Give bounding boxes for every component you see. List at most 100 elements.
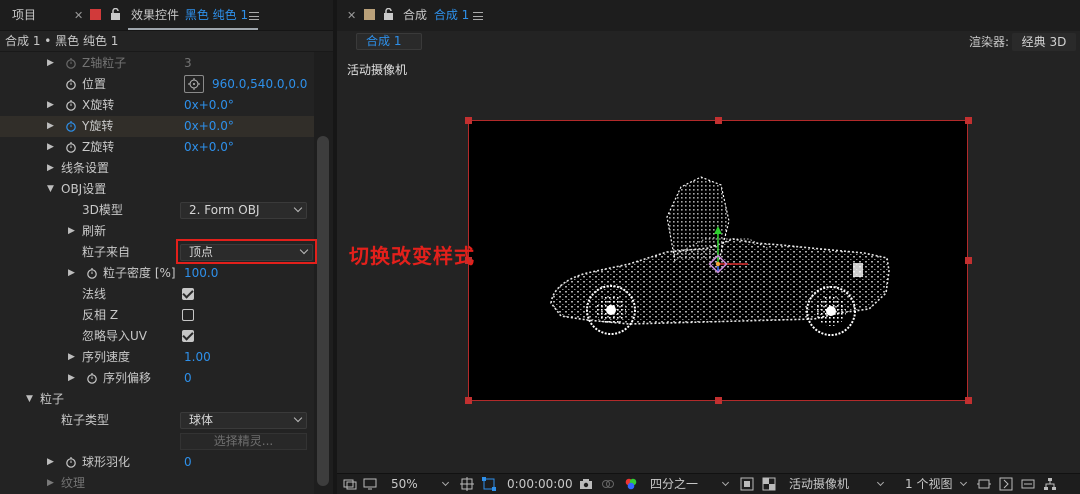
stopwatch-icon[interactable] bbox=[65, 120, 77, 132]
property-row[interactable]: 3D模型 2. Form OBJ bbox=[0, 200, 314, 221]
camera-snapshot-icon[interactable] bbox=[579, 477, 593, 491]
property-row[interactable]: 法线 bbox=[0, 284, 314, 305]
property-row[interactable]: ▶ 序列偏移 0 bbox=[0, 368, 314, 389]
expand-icon[interactable]: ▶ bbox=[68, 263, 75, 284]
property-group-row[interactable]: ▼ 粒子 bbox=[0, 389, 314, 410]
collapse-icon[interactable]: ▼ bbox=[47, 179, 54, 200]
timecode[interactable]: 0:00:00:00 bbox=[507, 474, 573, 494]
property-row[interactable]: ▶ X旋转 0x+0.0° bbox=[0, 95, 314, 116]
property-label: OBJ设置 bbox=[61, 182, 107, 196]
camera-view-dropdown[interactable]: 活动摄像机 bbox=[789, 474, 849, 494]
property-value[interactable]: 0x+0.0° bbox=[184, 137, 234, 158]
property-value[interactable]: 0 bbox=[184, 368, 192, 389]
choose-sprite-button[interactable]: 选择精灵... bbox=[180, 433, 307, 450]
frame-handle-bottom-left[interactable] bbox=[465, 397, 472, 404]
property-row[interactable]: ▶ 序列速度 1.00 bbox=[0, 347, 314, 368]
renderer-button[interactable]: 经典 3D bbox=[1012, 33, 1076, 51]
expand-icon[interactable]: ▶ bbox=[68, 347, 75, 368]
label-color-swatch[interactable] bbox=[90, 9, 101, 20]
frame-handle-right[interactable] bbox=[965, 257, 972, 264]
property-value[interactable]: 0x+0.0° bbox=[184, 116, 234, 137]
color-channels-icon[interactable] bbox=[624, 477, 638, 491]
expand-icon[interactable]: ▶ bbox=[47, 116, 54, 137]
frame-handle-top[interactable] bbox=[715, 117, 722, 124]
frame-handle-top-left[interactable] bbox=[465, 117, 472, 124]
tab-effect-controls[interactable]: 效果控件 黑色 纯色 1 bbox=[131, 0, 248, 31]
expand-icon[interactable]: ▶ bbox=[47, 53, 54, 74]
property-value[interactable]: 100.0 bbox=[184, 263, 218, 284]
normals-checkbox[interactable] bbox=[182, 288, 194, 300]
expand-icon[interactable]: ▶ bbox=[47, 158, 54, 179]
close-icon[interactable]: ✕ bbox=[347, 9, 356, 22]
close-icon[interactable]: ✕ bbox=[74, 9, 83, 22]
transparency-grid-icon[interactable] bbox=[762, 477, 776, 491]
frame-handle-bottom[interactable] bbox=[715, 397, 722, 404]
property-group-row[interactable]: ▶ 线条设置 bbox=[0, 158, 314, 179]
expand-icon[interactable]: ▶ bbox=[47, 95, 54, 116]
tab-effect-controls-layer: 黑色 纯色 1 bbox=[184, 8, 249, 22]
active-camera-label: 活动摄像机 bbox=[347, 63, 408, 77]
expand-icon[interactable]: ▶ bbox=[47, 452, 54, 473]
flowchart-icon[interactable] bbox=[1043, 477, 1057, 491]
invert-z-checkbox[interactable] bbox=[182, 309, 194, 321]
property-row[interactable]: 反相 Z bbox=[0, 305, 314, 326]
tab-composition[interactable]: 合成 合成 1 bbox=[403, 0, 469, 31]
property-group-row[interactable]: ▶ 纹理 bbox=[0, 473, 314, 494]
property-row[interactable]: 粒子类型 球体 bbox=[0, 410, 314, 431]
stopwatch-icon[interactable] bbox=[65, 456, 77, 468]
property-row[interactable]: ▶ Z旋转 0x+0.0° bbox=[0, 137, 314, 158]
panel-menu-icon[interactable] bbox=[249, 12, 259, 20]
tab-project[interactable]: 项目 bbox=[12, 0, 36, 31]
property-row: 选择精灵... bbox=[0, 431, 314, 452]
fit-icon[interactable] bbox=[460, 477, 474, 491]
property-row[interactable]: 忽略导入UV bbox=[0, 326, 314, 347]
property-row-selected[interactable]: ▶ Y旋转 0x+0.0° bbox=[0, 116, 314, 137]
scrollbar-thumb[interactable] bbox=[317, 136, 329, 486]
label-color-swatch[interactable] bbox=[364, 9, 375, 20]
resolution-dropdown[interactable]: 四分之一 bbox=[650, 474, 698, 494]
preview-options-icon[interactable] bbox=[343, 477, 357, 491]
position-target-icon[interactable] bbox=[184, 75, 204, 93]
stopwatch-icon[interactable] bbox=[86, 372, 98, 384]
property-group-row[interactable]: ▼ OBJ设置 bbox=[0, 179, 314, 200]
stopwatch-icon[interactable] bbox=[86, 267, 98, 279]
composition-frame[interactable] bbox=[468, 120, 968, 401]
stopwatch-icon[interactable] bbox=[65, 141, 77, 153]
mask-visibility-icon[interactable] bbox=[482, 477, 496, 491]
stopwatch-icon[interactable] bbox=[65, 57, 77, 69]
property-row[interactable]: ▶ Z轴粒子 3 bbox=[0, 53, 314, 74]
expand-icon[interactable]: ▶ bbox=[68, 368, 75, 389]
particle-type-dropdown[interactable]: 球体 bbox=[180, 412, 307, 429]
timeline-icon[interactable] bbox=[1021, 477, 1035, 491]
frame-handle-bottom-right[interactable] bbox=[965, 397, 972, 404]
model-dropdown[interactable]: 2. Form OBJ bbox=[180, 202, 307, 219]
property-value[interactable]: 0x+0.0° bbox=[184, 95, 234, 116]
property-value[interactable]: 960.0,540.0,0.0 bbox=[212, 74, 307, 95]
property-row[interactable]: ▶ 粒子密度 [%] 100.0 bbox=[0, 263, 314, 284]
display-icon[interactable] bbox=[363, 477, 377, 491]
toggle-pixel-aspect-icon[interactable] bbox=[977, 477, 991, 491]
panel-menu-icon[interactable] bbox=[473, 12, 483, 20]
stopwatch-icon[interactable] bbox=[65, 99, 77, 111]
collapse-icon[interactable]: ▼ bbox=[26, 389, 33, 410]
expand-icon[interactable]: ▶ bbox=[68, 221, 75, 242]
lock-icon[interactable] bbox=[383, 8, 394, 20]
frame-handle-top-right[interactable] bbox=[965, 117, 972, 124]
view-layout-dropdown[interactable]: 1 个视图 bbox=[905, 474, 952, 494]
expand-icon[interactable]: ▶ bbox=[47, 473, 54, 494]
composition-breadcrumb-button[interactable]: 合成 1 bbox=[356, 33, 422, 50]
property-label: 忽略导入UV bbox=[82, 329, 147, 343]
property-value[interactable]: 1.00 bbox=[184, 347, 211, 368]
expand-icon[interactable]: ▶ bbox=[47, 137, 54, 158]
stopwatch-icon[interactable] bbox=[65, 78, 77, 90]
region-of-interest-icon[interactable] bbox=[740, 477, 754, 491]
show-snapshot-icon[interactable] bbox=[601, 477, 615, 491]
property-row[interactable]: ▶ 球形羽化 0 bbox=[0, 452, 314, 473]
property-row[interactable]: 位置 960.0,540.0,0.0 bbox=[0, 74, 314, 95]
lock-icon[interactable] bbox=[110, 8, 121, 20]
property-value[interactable]: 0 bbox=[184, 452, 192, 473]
tab-effect-controls-label: 效果控件 bbox=[131, 8, 180, 22]
ignore-uv-checkbox[interactable] bbox=[182, 330, 194, 342]
zoom-dropdown[interactable]: 50% bbox=[391, 474, 418, 494]
fast-preview-icon[interactable] bbox=[999, 477, 1013, 491]
